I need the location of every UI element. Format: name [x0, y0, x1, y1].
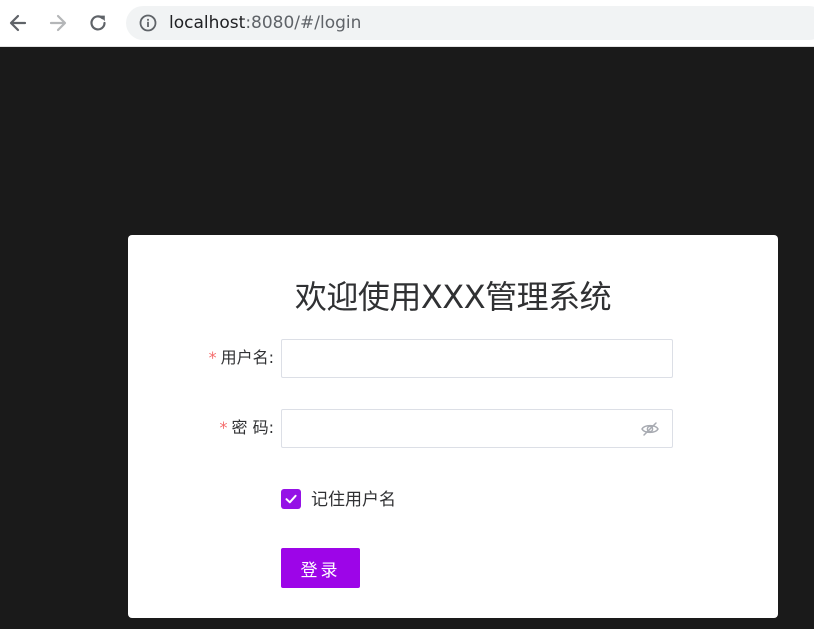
address-bar[interactable]: localhost:8080/#/login: [126, 6, 814, 40]
browser-toolbar: localhost:8080/#/login: [0, 0, 814, 47]
username-label-text: 用户名:: [220, 348, 274, 367]
page-title: 欢迎使用XXX管理系统: [294, 278, 612, 316]
checkmark-icon: [285, 494, 297, 504]
reload-icon: [90, 15, 106, 31]
password-input[interactable]: [281, 409, 673, 448]
remember-label[interactable]: 记住用户名: [311, 489, 396, 511]
password-label-text: 密 码:: [231, 418, 274, 437]
info-circle-icon[interactable]: [139, 14, 157, 32]
username-label: * 用户名:: [154, 348, 274, 368]
remember-checkbox[interactable]: [281, 489, 301, 509]
required-mark: *: [219, 418, 228, 437]
username-input[interactable]: [281, 339, 673, 378]
required-mark: *: [208, 348, 217, 367]
back-button[interactable]: [5, 10, 31, 36]
login-button[interactable]: 登录: [281, 548, 360, 588]
password-label: * 密 码:: [154, 418, 274, 438]
reload-button[interactable]: [85, 10, 111, 36]
url-host: localhost: [169, 13, 246, 33]
forward-button[interactable]: [45, 10, 71, 36]
url-path: :8080/#/login: [245, 13, 362, 33]
eye-off-icon[interactable]: [640, 419, 660, 439]
url-text[interactable]: localhost:8080/#/login: [169, 12, 361, 34]
arrow-left-icon: [9, 14, 27, 32]
login-card: 欢迎使用XXX管理系统 * 用户名: * 密 码: 记住用户名 登录: [128, 235, 778, 618]
arrow-right-icon: [49, 14, 67, 32]
